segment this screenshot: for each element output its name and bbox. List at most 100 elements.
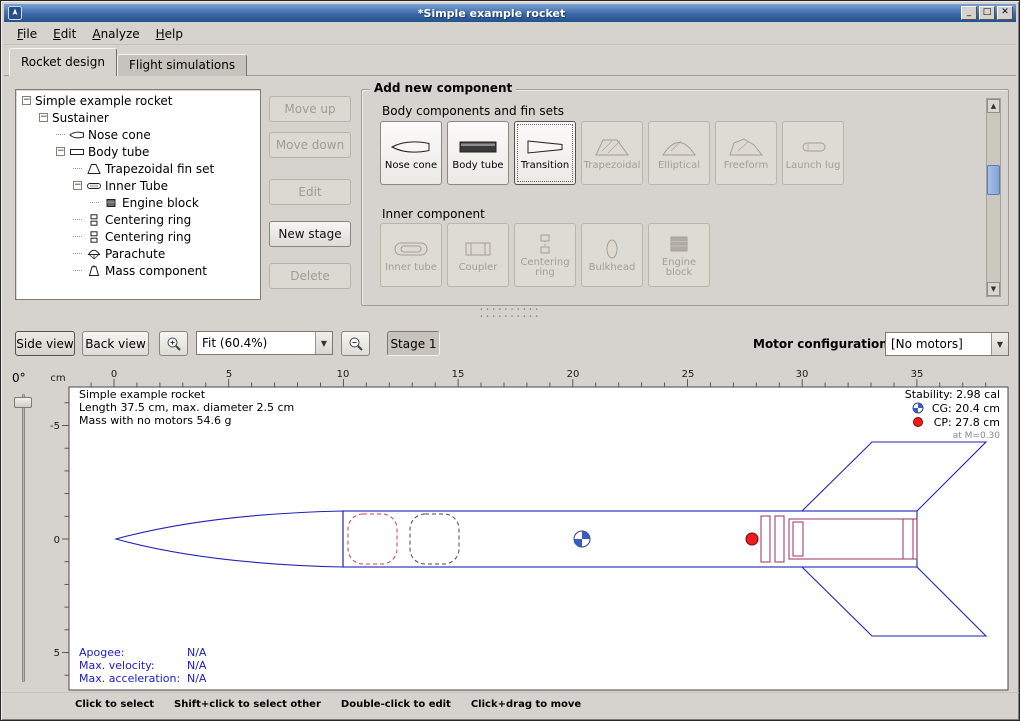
group-title: Add new component <box>370 81 516 95</box>
tree-item-parachute[interactable]: Parachute <box>16 245 260 262</box>
trapezoidal-icon <box>590 135 634 159</box>
tree-item-centering-ring[interactable]: Centering ring <box>16 211 260 228</box>
chevron-down-icon[interactable]: ▼ <box>315 332 332 354</box>
back-view-button[interactable]: Back view <box>82 331 149 356</box>
component-button-label: Coupler <box>459 263 498 274</box>
rotation-slider-thumb[interactable] <box>14 397 32 408</box>
move-down-button[interactable]: Move down <box>269 132 351 158</box>
app-icon[interactable] <box>8 6 22 20</box>
mass-icon <box>86 265 102 277</box>
rocket-figure[interactable]: cm 0 5 10 15 20 25 30 35 -5 0 5 <box>47 366 1009 691</box>
component-button-label: Body tube <box>452 161 503 172</box>
stability-label: Stability: 2.98 cal <box>905 388 1000 401</box>
centeringring-icon <box>86 231 102 243</box>
zoom-out-button[interactable] <box>341 331 370 356</box>
max-acceleration-value: N/A <box>187 672 207 685</box>
h-tick-label: 5 <box>226 369 232 380</box>
tree-item-inner-tube[interactable]: − Inner Tube <box>16 177 260 194</box>
component-button-label: Centering ring <box>517 258 573 279</box>
tree-expander-icon[interactable]: − <box>56 147 65 156</box>
coupler-button[interactable]: Coupler <box>447 223 509 287</box>
scroll-down-icon[interactable]: ▼ <box>987 282 1000 296</box>
chevron-down-icon[interactable]: ▼ <box>991 333 1008 355</box>
side-view-button[interactable]: Side view <box>15 331 75 356</box>
minimize-button[interactable]: _ <box>961 6 977 20</box>
motor-configuration-select[interactable]: [No motors] ▼ <box>885 332 1009 356</box>
centering-ring-button[interactable]: Centering ring <box>514 223 576 287</box>
body-tube-button[interactable]: Body tube <box>447 121 509 185</box>
menu-help[interactable]: Help <box>148 24 191 44</box>
rotation-angle-label: 0° <box>12 371 26 385</box>
bodytube-icon <box>69 146 85 158</box>
tree-connector <box>56 134 65 135</box>
innertube-icon <box>86 180 102 192</box>
new-stage-button[interactable]: New stage <box>269 221 351 247</box>
bulkhead-button[interactable]: Bulkhead <box>581 223 643 287</box>
edit-button[interactable]: Edit <box>269 179 351 205</box>
zoom-in-button[interactable] <box>159 331 188 356</box>
tree-item-centering-ring[interactable]: Centering ring <box>16 228 260 245</box>
tree-item-nose-cone[interactable]: Nose cone <box>16 126 260 143</box>
tree-expander-icon[interactable]: − <box>22 96 31 105</box>
title-bar[interactable]: *Simple example rocket _ □ ✕ <box>4 4 1016 22</box>
h-tick-label: 15 <box>452 369 465 380</box>
menu-file[interactable]: File <box>9 24 45 44</box>
elliptical-button[interactable]: Elliptical <box>648 121 710 185</box>
delete-button[interactable]: Delete <box>269 263 351 289</box>
tree-item-body-tube[interactable]: −Body tube <box>16 143 260 160</box>
tree-item-trapezoidal-fin-set[interactable]: Trapezoidal fin set <box>16 160 260 177</box>
inner-component-label: Inner component <box>382 207 485 221</box>
launch-lug-button[interactable]: Launch lug <box>782 121 844 185</box>
transition-button[interactable]: Transition <box>514 121 576 185</box>
menu-edit[interactable]: Edit <box>45 24 84 44</box>
body-component-buttons: Nose cone Body tube Transition Trapezoidal E… <box>380 121 844 185</box>
inner-tube-button[interactable]: Inner tube <box>380 223 442 287</box>
zoom-select[interactable]: Fit (60.4%) ▼ <box>196 331 333 355</box>
engine-block-button[interactable]: Engine block <box>648 223 710 287</box>
trapezoidal-button[interactable]: Trapezoidal <box>581 121 643 185</box>
v-tick-label: -5 <box>50 421 60 432</box>
tab-flight-simulations[interactable]: Flight simulations <box>117 54 247 76</box>
component-button-label: Engine block <box>651 258 707 279</box>
scrollbar-thumb[interactable] <box>987 165 1000 195</box>
tree-item-sustainer[interactable]: −Sustainer <box>16 109 260 126</box>
tree-expander-icon[interactable]: − <box>73 181 82 190</box>
tree-item-simple-example-rocket[interactable]: −Simple example rocket <box>16 92 260 109</box>
scrollbar-track[interactable] <box>987 113 1000 282</box>
fin-icon <box>86 163 102 175</box>
launchlug-icon <box>791 135 835 159</box>
engineblock-icon <box>657 232 701 256</box>
close-button[interactable]: ✕ <box>997 6 1013 20</box>
centeringring-icon <box>523 232 567 256</box>
tree-connector <box>73 236 82 237</box>
cp-value-label: CP: 27.8 cm <box>934 416 1000 429</box>
apogee-label: Apogee: <box>79 646 124 659</box>
tree-item-label: Inner Tube <box>105 179 168 193</box>
scrollbar[interactable]: ▲ ▼ <box>986 98 1001 297</box>
h-tick-label: 35 <box>911 369 924 380</box>
tree-item-mass-component[interactable]: Mass component <box>16 262 260 279</box>
tree-expander-icon[interactable]: − <box>39 113 48 122</box>
h-tick-label: 0 <box>111 369 117 380</box>
tree-connector <box>90 202 99 203</box>
stage-1-toggle[interactable]: Stage 1 <box>387 331 440 356</box>
tab-rocket-design[interactable]: Rocket design <box>9 48 117 76</box>
move-up-button[interactable]: Move up <box>269 96 351 122</box>
figure-canvas[interactable] <box>69 387 1008 690</box>
component-button-label: Bulkhead <box>589 263 636 274</box>
component-tree[interactable]: −Simple example rocket−SustainerNose con… <box>15 89 261 300</box>
component-button-label: Trapezoidal <box>584 161 641 172</box>
tree-connector <box>73 270 82 271</box>
status-hint: Double-click to edit <box>341 699 451 718</box>
tree-item-engine-block[interactable]: Engine block <box>16 194 260 211</box>
elliptical-icon <box>657 135 701 159</box>
maximize-button[interactable]: □ <box>979 6 995 20</box>
freeform-button[interactable]: Freeform <box>715 121 777 185</box>
nose-cone-button[interactable]: Nose cone <box>380 121 442 185</box>
ruler-unit-label: cm <box>50 373 65 384</box>
split-pane-grip[interactable]: ···················· <box>1 307 1019 323</box>
menu-analyze[interactable]: Analyze <box>84 24 147 44</box>
zoom-in-icon <box>166 336 182 352</box>
rotation-slider[interactable] <box>22 394 25 682</box>
scroll-up-icon[interactable]: ▲ <box>987 99 1000 113</box>
